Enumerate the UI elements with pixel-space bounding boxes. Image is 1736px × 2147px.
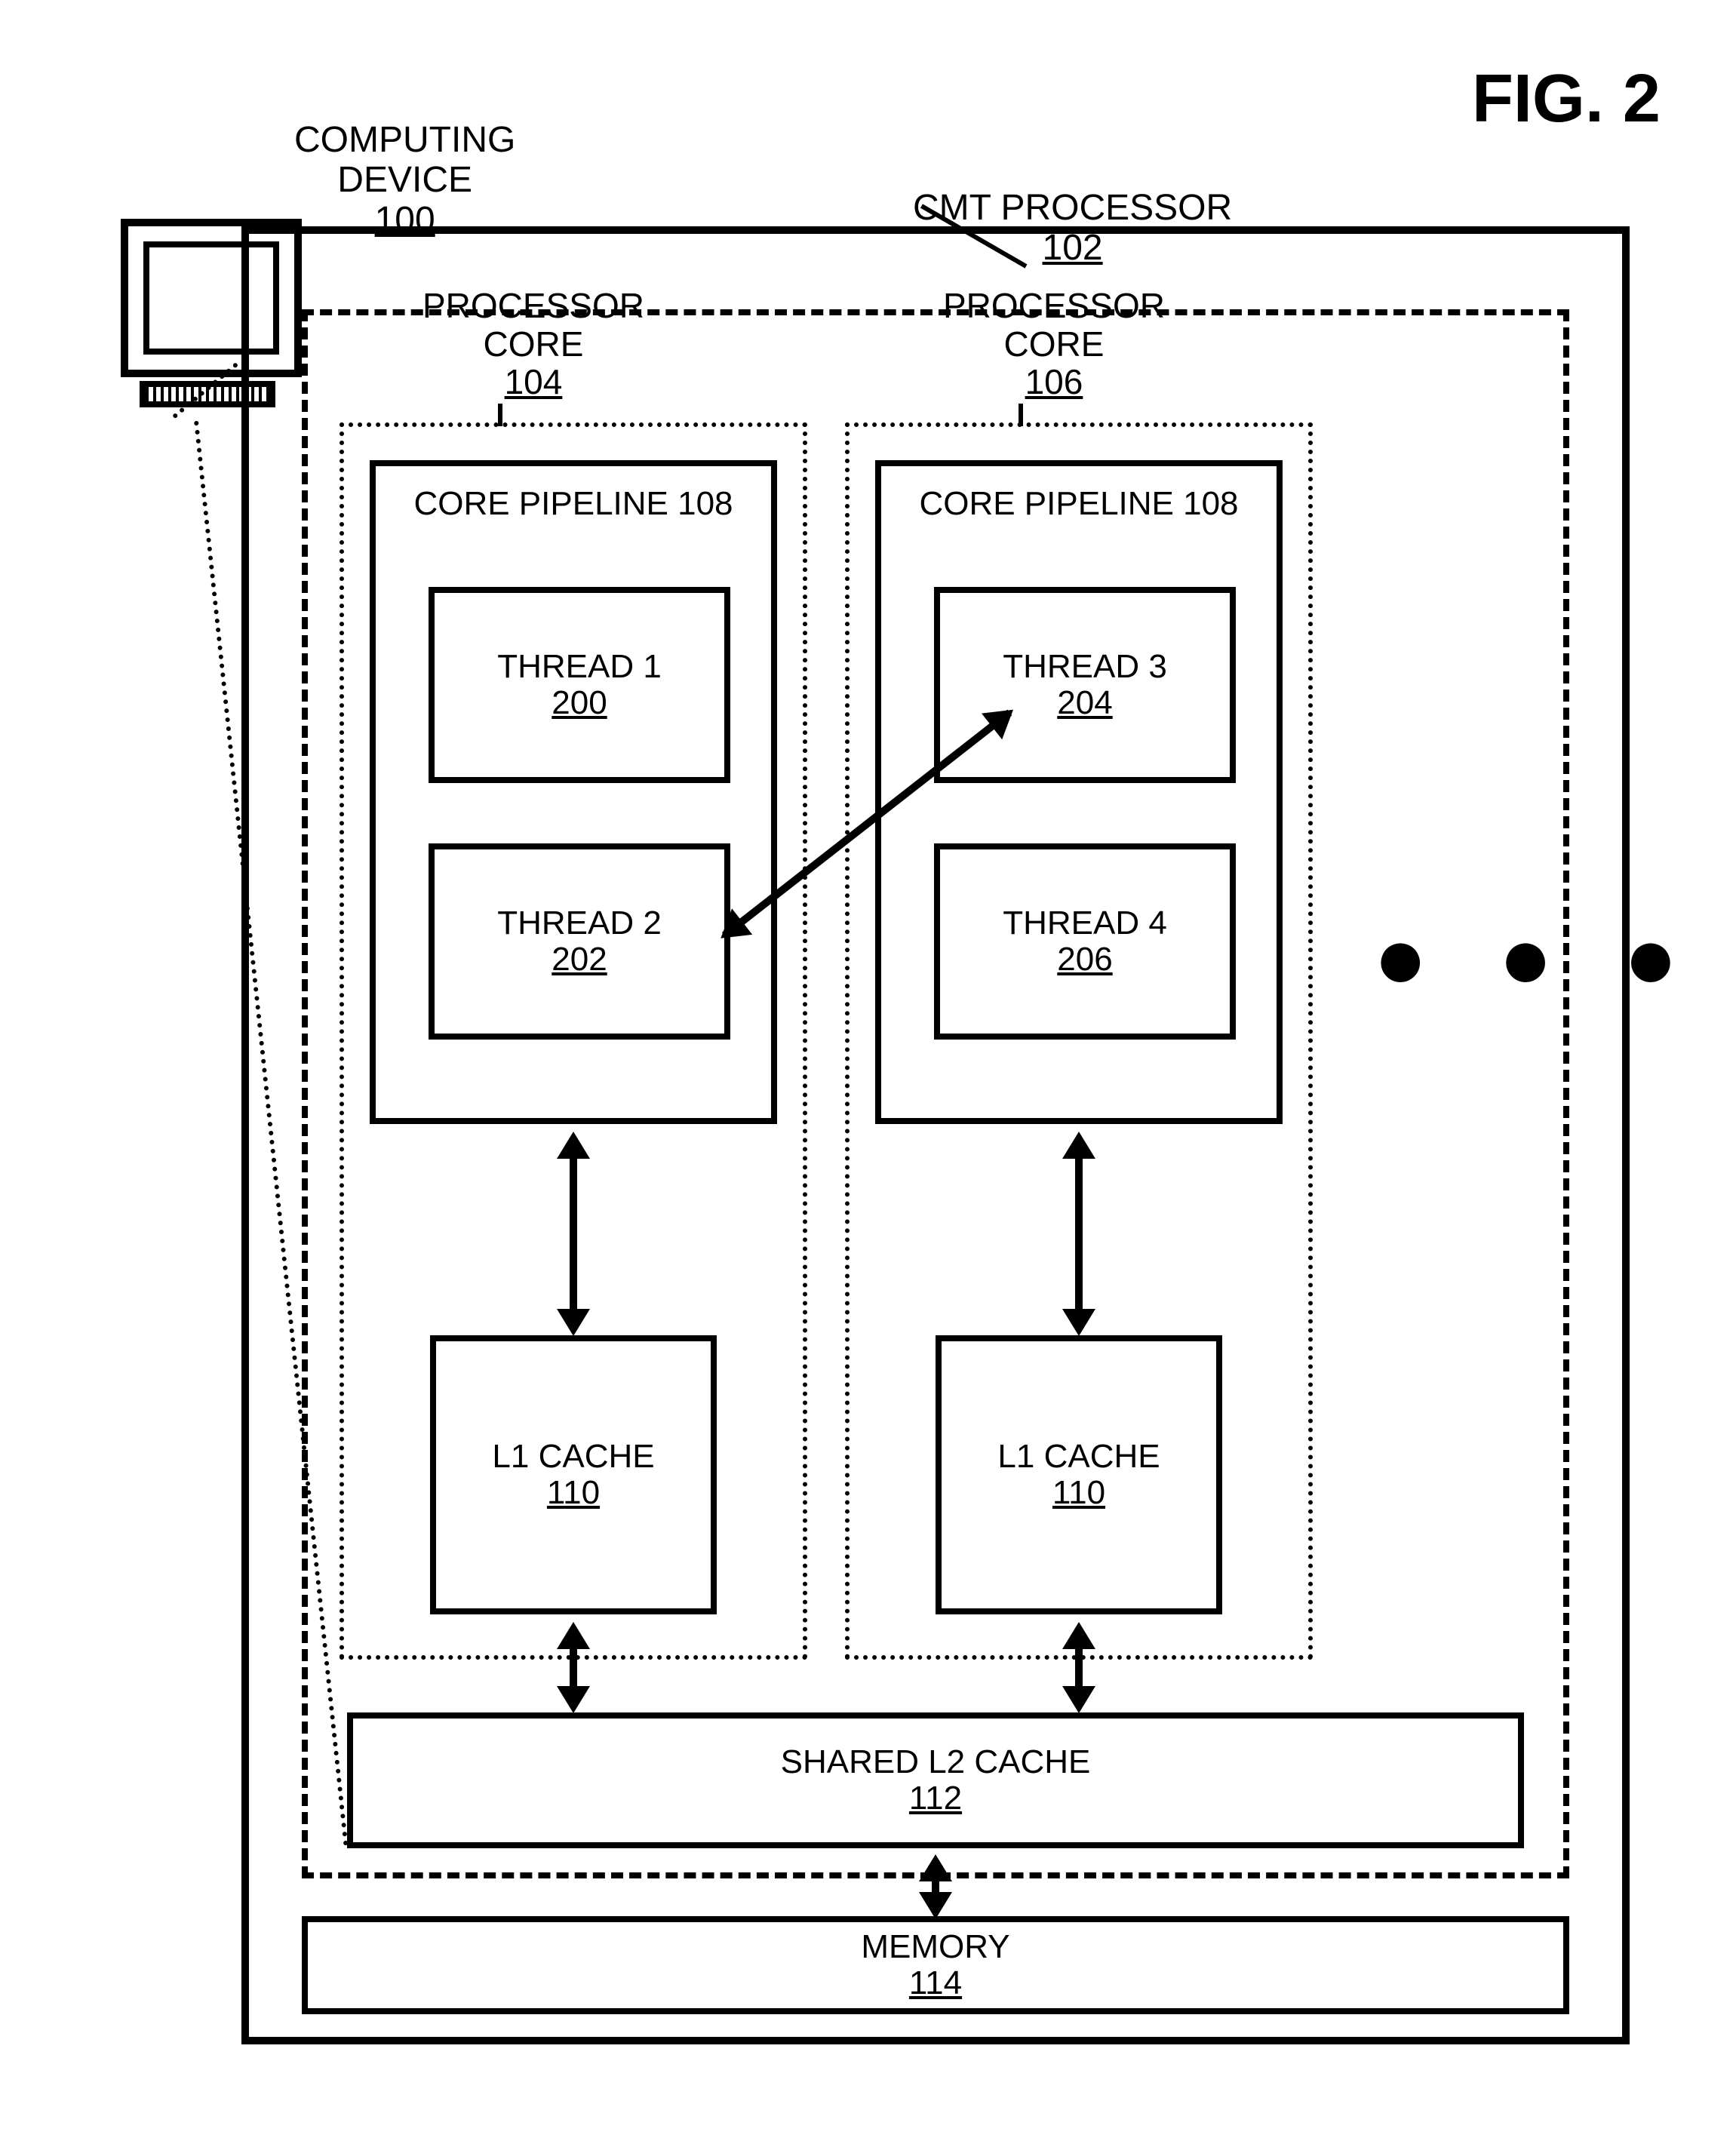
l2-ref: 112	[353, 1780, 1518, 1817]
l2-label: SHARED L2 CACHE	[353, 1744, 1518, 1780]
core2-text2: CORE	[1004, 324, 1105, 364]
cmt-ref: 102	[1043, 228, 1103, 268]
thread4-label: THREAD 4	[940, 905, 1230, 941]
core2-label: PROCESSOR CORE 106	[943, 287, 1165, 401]
computing-device-text2: DEVICE	[337, 160, 472, 200]
figure-title: FIG. 2	[1472, 60, 1661, 138]
core2-text1: PROCESSOR	[943, 286, 1165, 325]
pipeline1-box: CORE PIPELINE 108 THREAD 1 200 THREAD 2 …	[370, 460, 777, 1124]
computing-device-text1: COMPUTING	[294, 120, 515, 160]
diagram-canvas: FIG. 2 COMPUTING DEVICE 100 CMT PROCESSO…	[0, 0, 1736, 2147]
thread4-box: THREAD 4 206	[934, 843, 1236, 1040]
core1-ref: 104	[505, 362, 563, 401]
l1c1-label: L1 CACHE	[436, 1439, 711, 1475]
pipeline2-title: CORE PIPELINE 108	[881, 485, 1277, 523]
pipeline2-box: CORE PIPELINE 108 THREAD 3 204 THREAD 4 …	[875, 460, 1283, 1124]
memory-ref: 114	[308, 1965, 1563, 2001]
pipeline1-title: CORE PIPELINE 108	[376, 485, 771, 523]
l1-cache-2: L1 CACHE 110	[936, 1335, 1222, 1614]
thread1-ref: 200	[435, 685, 724, 721]
l1c1-ref: 110	[436, 1475, 711, 1511]
memory-label: MEMORY	[308, 1929, 1563, 1965]
thread1-label: THREAD 1	[435, 649, 724, 685]
core2-ref: 106	[1025, 362, 1083, 401]
memory-box: MEMORY 114	[302, 1916, 1569, 2014]
thread3-label: THREAD 3	[940, 649, 1230, 685]
core1-label: PROCESSOR CORE 104	[422, 287, 644, 401]
thread4-ref: 206	[940, 941, 1230, 978]
cmt-text: CMT PROCESSOR	[913, 188, 1232, 228]
core1-text2: CORE	[484, 324, 584, 364]
thread2-box: THREAD 2 202	[429, 843, 730, 1040]
l1c2-label: L1 CACHE	[942, 1439, 1216, 1475]
l1-cache-1: L1 CACHE 110	[430, 1335, 717, 1614]
thread2-label: THREAD 2	[435, 905, 724, 941]
thread1-box: THREAD 1 200	[429, 587, 730, 783]
thread3-box: THREAD 3 204	[934, 587, 1236, 783]
l1c2-ref: 110	[942, 1475, 1216, 1511]
core1-text1: PROCESSOR	[422, 286, 644, 325]
ellipsis-icon: ● ● ●	[1373, 905, 1701, 1009]
shared-l2-cache: SHARED L2 CACHE 112	[347, 1712, 1524, 1848]
computing-device-label: COMPUTING DEVICE 100	[294, 121, 515, 240]
thread2-ref: 202	[435, 941, 724, 978]
